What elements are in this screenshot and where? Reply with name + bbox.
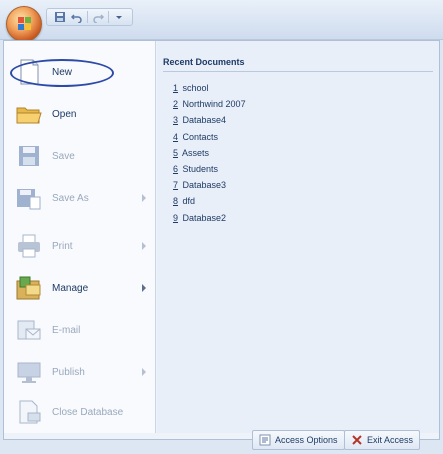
save-disk-icon (19, 146, 39, 166)
menu-item-label: Save (52, 150, 75, 162)
recent-document-item[interactable]: 3 Database4 (173, 115, 246, 131)
recent-document-item[interactable]: 8 dfd (173, 196, 246, 212)
exit-access-button[interactable]: Exit Access (344, 430, 421, 450)
submenu-arrow-icon (142, 242, 146, 250)
email-icon (17, 320, 41, 340)
divider (163, 71, 433, 72)
recent-documents-list: 1 school 2 Northwind 2007 3 Database4 4 … (173, 83, 246, 229)
toolbar-separator (87, 11, 88, 23)
options-icon (259, 434, 271, 446)
menu-item-new[interactable]: New (8, 53, 152, 91)
menu-item-save-as[interactable]: Save As (8, 179, 152, 217)
save-as-icon (17, 189, 41, 210)
access-options-button[interactable]: Access Options (252, 430, 345, 450)
recent-document-item[interactable]: 7 Database3 (173, 180, 246, 196)
recent-document-item[interactable]: 1 school (173, 83, 246, 99)
recent-document-item[interactable]: 9 Database2 (173, 213, 246, 229)
menu-item-label: Open (52, 108, 77, 120)
undo-icon[interactable] (70, 10, 84, 24)
close-database-icon (19, 400, 41, 424)
quick-access-toolbar (46, 8, 133, 26)
menu-item-label: Publish (52, 366, 85, 378)
menu-item-label: Save As (52, 192, 89, 204)
office-menu: New Open Save Save As Print Manage E-mai… (3, 40, 440, 440)
publish-icon (17, 362, 41, 383)
menu-item-label: Manage (52, 282, 89, 294)
manage-icon (16, 276, 41, 300)
open-folder-icon (16, 107, 42, 124)
submenu-arrow-icon (142, 368, 146, 376)
recent-document-item[interactable]: 4 Contacts (173, 132, 246, 148)
menu-item-manage[interactable]: Manage (8, 269, 152, 307)
menu-commands: New Open Save Save As Print Manage E-mai… (4, 41, 156, 433)
toolbar-separator (108, 11, 109, 23)
printer-icon (18, 234, 40, 258)
submenu-arrow-icon (142, 194, 146, 202)
recent-documents-title: Recent Documents (163, 57, 245, 67)
new-document-icon (20, 59, 39, 85)
menu-item-label: Print (52, 240, 73, 252)
menu-item-email[interactable]: E-mail (8, 311, 152, 349)
menu-item-label: Close Database (52, 406, 124, 418)
recent-document-item[interactable]: 5 Assets (173, 148, 246, 164)
save-icon[interactable] (53, 10, 67, 24)
menu-item-close-database[interactable]: Close Database (8, 393, 152, 431)
office-button[interactable] (6, 6, 42, 42)
menu-item-save[interactable]: Save (8, 137, 152, 175)
menu-item-open[interactable]: Open (8, 95, 152, 133)
menu-item-label: E-mail (52, 324, 81, 336)
close-icon (351, 434, 363, 446)
menu-item-publish[interactable]: Publish (8, 353, 152, 391)
office-logo-icon (18, 17, 31, 30)
recent-documents-panel: Recent Documents 1 school 2 Northwind 20… (157, 41, 439, 433)
redo-icon[interactable] (91, 10, 105, 24)
recent-document-item[interactable]: 2 Northwind 2007 (173, 99, 246, 115)
title-bar (0, 0, 443, 42)
submenu-arrow-icon (142, 284, 146, 292)
exit-access-label: Exit Access (367, 435, 414, 445)
customize-dropdown-icon[interactable] (112, 10, 126, 24)
menu-item-print[interactable]: Print (8, 227, 152, 265)
recent-document-item[interactable]: 6 Students (173, 164, 246, 180)
menu-item-label: New (52, 66, 73, 78)
access-options-label: Access Options (275, 435, 338, 445)
